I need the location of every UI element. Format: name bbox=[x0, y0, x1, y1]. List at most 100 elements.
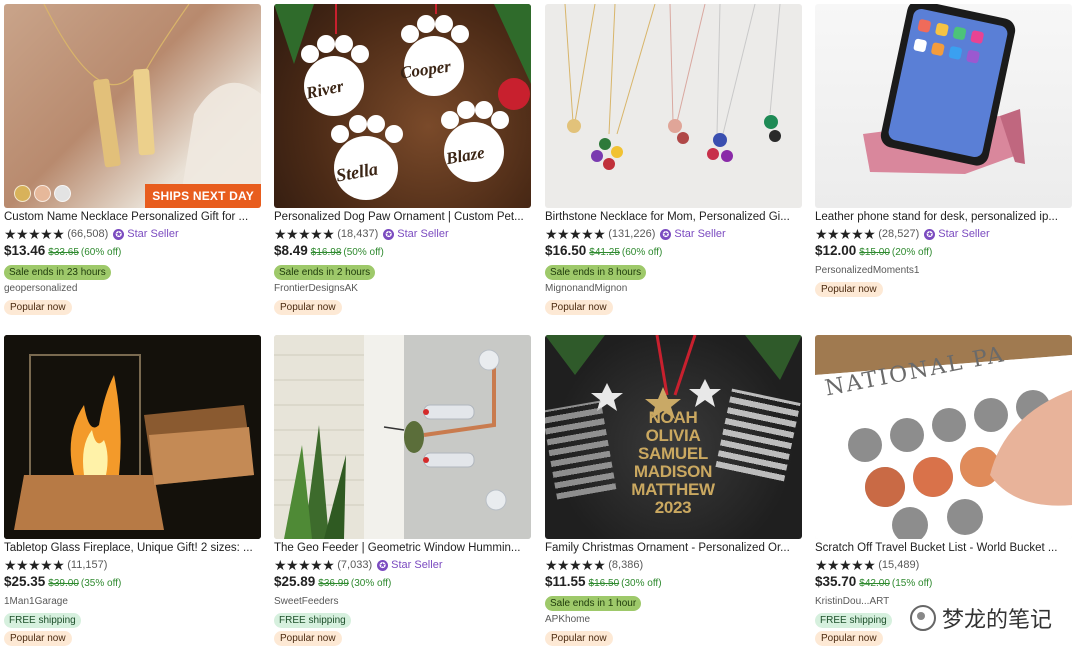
product-card[interactable]: River Cooper Stella Blaze Personalized D… bbox=[274, 4, 531, 315]
review-count: (11,157) bbox=[67, 559, 108, 571]
ornament-name: NOAH bbox=[648, 408, 698, 427]
original-price: $16.98 bbox=[310, 247, 342, 258]
price-row: $16.50 $41.25 (60% off) bbox=[545, 243, 802, 262]
review-count: (15,489) bbox=[878, 559, 920, 571]
product-title[interactable]: Tabletop Glass Fireplace, Unique Gift! 2… bbox=[4, 541, 261, 556]
product-image[interactable]: NOAH OLIVIA SAMUEL MADISON MATTHEW 2023 bbox=[545, 335, 802, 539]
product-card[interactable]: Leather phone stand for desk, personaliz… bbox=[815, 4, 1072, 297]
review-count: (8,386) bbox=[608, 559, 644, 571]
necklace-illustration bbox=[43, 4, 261, 208]
popular-now-badge: Popular now bbox=[274, 300, 342, 315]
star-rating-icon: ★★★★★ bbox=[815, 557, 876, 573]
rating: ★★★★★ (15,489) bbox=[815, 556, 1072, 574]
product-title[interactable]: Custom Name Necklace Personalized Gift f… bbox=[4, 210, 261, 225]
star-seller-icon: ✪ bbox=[383, 228, 395, 240]
paw-ornaments-illustration bbox=[274, 4, 531, 200]
original-price: $16.50 bbox=[588, 578, 620, 589]
sale-ends-badge: Sale ends in 23 hours bbox=[4, 265, 111, 280]
swatch-gold[interactable] bbox=[14, 185, 31, 202]
star-seller-badge: ✪ Star Seller bbox=[377, 559, 442, 571]
product-card[interactable]: The Geo Feeder | Geometric Window Hummin… bbox=[274, 335, 531, 646]
shop-name[interactable]: SweetFeeders bbox=[274, 593, 531, 610]
product-card[interactable]: Birthstone Necklace for Mom, Personalize… bbox=[545, 4, 802, 315]
sale-price: $35.70 bbox=[815, 574, 857, 589]
price-row: $35.70 $42.00 (15% off) bbox=[815, 574, 1072, 593]
sale-price: $13.46 bbox=[4, 243, 46, 258]
product-image[interactable]: River Cooper Stella Blaze bbox=[274, 4, 531, 208]
product-title[interactable]: The Geo Feeder | Geometric Window Hummin… bbox=[274, 541, 531, 556]
product-title[interactable]: Leather phone stand for desk, personaliz… bbox=[815, 210, 1072, 225]
price-row: $25.35 $39.00 (35% off) bbox=[4, 574, 261, 593]
ornament-names: NOAH OLIVIA SAMUEL MADISON MATTHEW 2023 bbox=[617, 409, 729, 517]
rating: ★★★★★ (7,033) ✪ Star Seller bbox=[274, 556, 531, 574]
free-shipping-badge: FREE shipping bbox=[815, 613, 892, 628]
glass-fireplace-illustration bbox=[4, 335, 261, 539]
price-row: $8.49 $16.98 (50% off) bbox=[274, 243, 531, 262]
rating: ★★★★★ (8,386) bbox=[545, 556, 802, 574]
swatch-rose-gold[interactable] bbox=[34, 185, 51, 202]
shop-name[interactable]: FrontierDesignsAK bbox=[274, 280, 531, 297]
product-image[interactable]: NATIONAL PA bbox=[815, 335, 1072, 539]
sale-price: $12.00 bbox=[815, 243, 857, 258]
phone-stand-illustration bbox=[863, 4, 1025, 174]
free-shipping-badge: FREE shipping bbox=[274, 613, 351, 628]
product-title[interactable]: Birthstone Necklace for Mom, Personalize… bbox=[545, 210, 802, 225]
star-seller-label: Star Seller bbox=[127, 228, 179, 240]
product-title[interactable]: Family Christmas Ornament - Personalized… bbox=[545, 541, 802, 556]
price-row: $25.89 $36.99 (30% off) bbox=[274, 574, 531, 593]
shop-name[interactable]: 1Man1Garage bbox=[4, 593, 261, 610]
star-rating-icon: ★★★★★ bbox=[4, 557, 65, 573]
free-shipping-badge: FREE shipping bbox=[4, 613, 81, 628]
product-card[interactable]: SHIPS NEXT DAY Custom Name Necklace Pers… bbox=[4, 4, 261, 315]
product-card[interactable]: Tabletop Glass Fireplace, Unique Gift! 2… bbox=[4, 335, 261, 646]
star-seller-icon: ✪ bbox=[924, 228, 936, 240]
product-card[interactable]: NATIONAL PA Scratch Off Travel Bucket Li… bbox=[815, 335, 1072, 646]
ornament-name: OLIVIA bbox=[645, 426, 701, 445]
price-row: $11.55 $16.50 (30% off) bbox=[545, 574, 802, 593]
popular-now-badge: Popular now bbox=[815, 282, 883, 297]
review-count: (131,226) bbox=[608, 228, 656, 240]
discount-percent: (35% off) bbox=[80, 578, 122, 589]
birthstone-necklaces-illustration bbox=[564, 4, 781, 170]
shop-name[interactable]: PersonalizedMoments1 bbox=[815, 262, 1072, 279]
popular-now-badge: Popular now bbox=[545, 631, 613, 646]
shop-name[interactable]: APKhome bbox=[545, 611, 802, 628]
discount-percent: (15% off) bbox=[891, 578, 933, 589]
star-seller-label: Star Seller bbox=[391, 559, 443, 571]
rating: ★★★★★ (18,437) ✪ Star Seller bbox=[274, 225, 531, 243]
review-count: (7,033) bbox=[337, 559, 373, 571]
sale-ends-badge: Sale ends in 2 hours bbox=[274, 265, 376, 280]
sale-price: $25.35 bbox=[4, 574, 46, 589]
rating: ★★★★★ (131,226) ✪ Star Seller bbox=[545, 225, 802, 243]
product-title[interactable]: Personalized Dog Paw Ornament | Custom P… bbox=[274, 210, 531, 225]
star-seller-badge: ✪ Star Seller bbox=[383, 228, 449, 240]
sale-ends-badge: Sale ends in 1 hour bbox=[545, 596, 642, 611]
shop-name[interactable]: MignonandMignon bbox=[545, 280, 802, 297]
ornament-name: MATTHEW bbox=[631, 480, 715, 499]
star-rating-icon: ★★★★★ bbox=[545, 226, 606, 242]
original-price: $15.00 bbox=[859, 247, 890, 258]
sale-ends-badge: Sale ends in 8 hours bbox=[545, 265, 647, 280]
ornament-year: 2023 bbox=[654, 498, 692, 517]
star-seller-badge: ✪ Star Seller bbox=[660, 228, 726, 240]
product-image[interactable] bbox=[4, 335, 261, 539]
product-image[interactable] bbox=[545, 4, 802, 208]
product-card[interactable]: NOAH OLIVIA SAMUEL MADISON MATTHEW 2023 … bbox=[545, 335, 802, 646]
shop-name[interactable]: geopersonalized bbox=[4, 280, 261, 297]
star-seller-icon: ✪ bbox=[113, 228, 125, 240]
product-title[interactable]: Scratch Off Travel Bucket List - World B… bbox=[815, 541, 1072, 556]
star-seller-label: Star Seller bbox=[397, 228, 449, 240]
sale-price: $11.55 bbox=[545, 574, 586, 589]
discount-percent: (30% off) bbox=[621, 578, 662, 589]
swatch-silver[interactable] bbox=[54, 185, 71, 202]
rating: ★★★★★ (66,508) ✪ Star Seller bbox=[4, 225, 261, 243]
star-seller-badge: ✪ Star Seller bbox=[924, 228, 990, 240]
product-image[interactable]: SHIPS NEXT DAY bbox=[4, 4, 261, 208]
product-image[interactable] bbox=[274, 335, 531, 539]
product-image[interactable] bbox=[815, 4, 1072, 208]
color-swatches[interactable] bbox=[14, 185, 71, 202]
popular-now-badge: Popular now bbox=[4, 300, 72, 315]
popular-now-badge: Popular now bbox=[274, 631, 342, 646]
watermark: 梦龙的笔记 bbox=[909, 602, 1052, 634]
review-count: (66,508) bbox=[67, 228, 109, 240]
